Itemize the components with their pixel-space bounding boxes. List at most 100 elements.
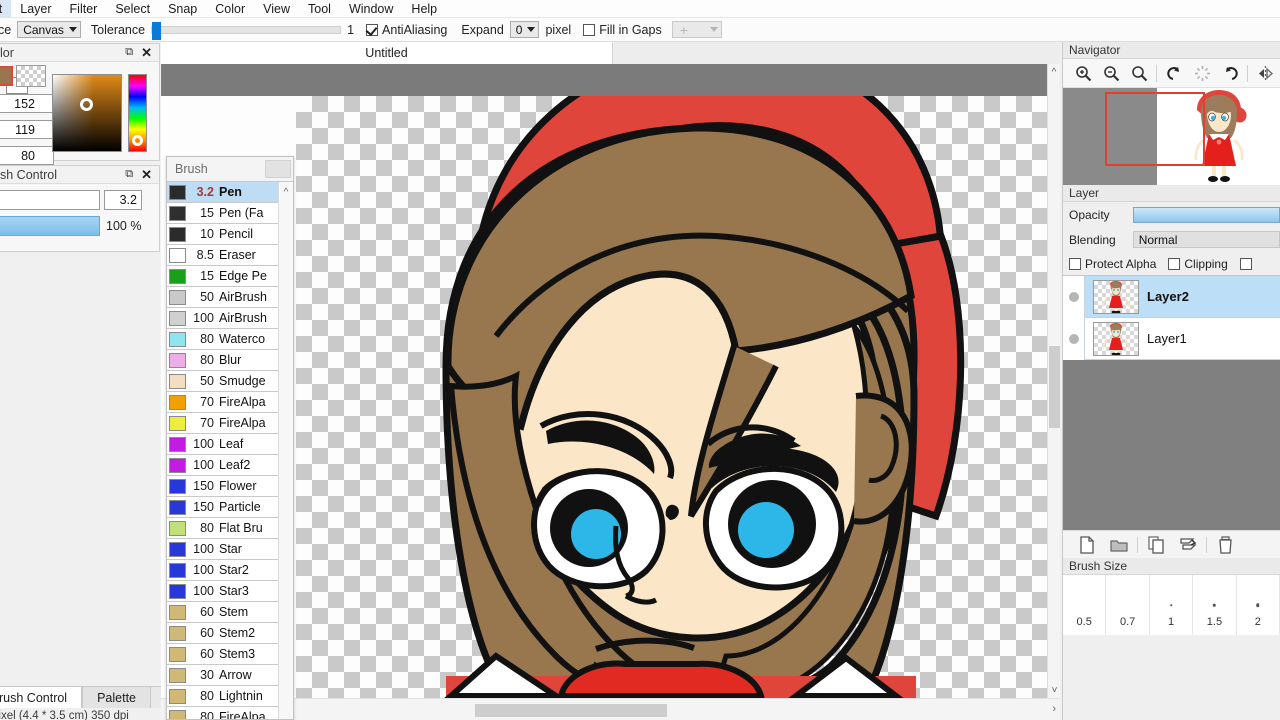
rotate-left-icon[interactable] [1160, 60, 1188, 86]
brush-size-slider[interactable] [0, 190, 100, 210]
layer-visibility-toggle[interactable] [1063, 275, 1085, 318]
navigator-thumbnail[interactable] [1105, 88, 1280, 185]
layer-list[interactable]: Layer2 Layer1 [1063, 275, 1280, 530]
close-icon[interactable]: ✕ [141, 46, 152, 59]
restore-icon[interactable]: ⧉ [125, 169, 133, 180]
brush-list-item[interactable]: 8.5 Eraser [167, 245, 293, 266]
saturation-value-picker[interactable] [52, 74, 122, 152]
brush-size-value[interactable]: 3.2 [104, 190, 142, 210]
layer-visibility-toggle[interactable] [1063, 317, 1085, 360]
brush-list-item[interactable]: 50 AirBrush [167, 287, 293, 308]
layer-list-item[interactable]: Layer1 [1063, 317, 1280, 360]
brush-list-item[interactable]: 80 Flat Bru [167, 518, 293, 539]
brush-list[interactable]: 3.2Pen✻15Pen (Fa10Pencil8.5Eraser15Edge … [167, 181, 293, 719]
brush-list-item[interactable]: 3.2Pen✻ [167, 182, 293, 203]
merge-layer-icon[interactable] [1172, 532, 1204, 558]
canvas-viewport[interactable] [161, 64, 1060, 698]
expand-dropdown[interactable]: 0 [509, 21, 540, 38]
brush-list-item[interactable]: 80 Waterco [167, 329, 293, 350]
brush-list-item[interactable]: 80 FireAlpa [167, 707, 293, 719]
brush-size-preset[interactable]: 0.5 [1063, 575, 1107, 635]
clipping-checkbox[interactable]: Clipping [1168, 257, 1228, 271]
brush-list-item[interactable]: 70 FireAlpa [167, 413, 293, 434]
brush-list-item[interactable]: 70 FireAlpa [167, 392, 293, 413]
brush-list-item[interactable]: 80 Lightnin [167, 686, 293, 707]
reference-dropdown[interactable]: Canvas [17, 21, 81, 38]
fill-in-gaps-checkbox[interactable]: Fill in Gaps [583, 23, 662, 37]
duplicate-layer-icon[interactable] [1140, 532, 1172, 558]
brush-size-preset[interactable]: 1.5 [1193, 575, 1237, 635]
tab-palette[interactable]: Palette [82, 686, 152, 708]
brush-size-presets[interactable]: 0.5 0.7 1 1.5 2 [1063, 575, 1280, 635]
brush-list-item[interactable]: 80 Blur [167, 350, 293, 371]
menu-item-filter[interactable]: Filter [61, 0, 107, 18]
brush-list-item[interactable]: 100 Star [167, 539, 293, 560]
brush-list-item[interactable]: 15 Pen (Fa [167, 203, 293, 224]
brush-list-item[interactable]: 10 Pencil [167, 224, 293, 245]
chevron-up-icon[interactable]: ^ [279, 182, 293, 202]
delete-layer-icon[interactable] [1209, 532, 1241, 558]
brush-list-item[interactable]: 150 Particle [167, 497, 293, 518]
brush-list-item[interactable]: 150 Flower [167, 476, 293, 497]
chevron-up-icon[interactable]: ^ [1048, 64, 1060, 80]
tab-brush-control[interactable]: rush Control [0, 686, 83, 708]
menu-item-color[interactable]: Color [206, 0, 254, 18]
new-folder-icon[interactable] [1103, 532, 1135, 558]
hue-slider[interactable] [128, 74, 147, 152]
vertical-scrollbar-thumb[interactable] [1049, 346, 1060, 428]
transparent-color-swatch[interactable] [16, 65, 46, 87]
restore-icon[interactable]: ⧉ [125, 47, 133, 58]
close-icon[interactable]: ✕ [141, 168, 152, 181]
menu-item-edit[interactable]: it [0, 0, 12, 18]
navigator-preview[interactable] [1063, 88, 1280, 185]
brush-size-preset[interactable]: 1 [1150, 575, 1194, 635]
blending-dropdown[interactable]: Normal [1132, 231, 1280, 248]
brush-list-item[interactable]: 100 AirBrush [167, 308, 293, 329]
foreground-color-swatch[interactable] [0, 66, 13, 86]
sv-cursor[interactable] [80, 98, 93, 111]
layer-list-item[interactable]: Layer2 [1063, 275, 1280, 318]
new-layer-icon[interactable] [1071, 532, 1103, 558]
menu-item-snap[interactable]: Snap [159, 0, 206, 18]
brush-list-item[interactable]: 30 Arrow [167, 665, 293, 686]
zoom-reset-icon[interactable] [1125, 60, 1153, 86]
horizontal-scrollbar-thumb[interactable] [475, 704, 667, 717]
third-flag-checkbox[interactable] [1239, 257, 1252, 270]
brush-list-item[interactable]: 100 Leaf2 [167, 455, 293, 476]
brush-list-item[interactable]: 100 Star2 [167, 560, 293, 581]
brush-size-preset[interactable]: 0.7 [1106, 575, 1150, 635]
chevron-down-icon[interactable]: ˅ [1048, 682, 1061, 698]
brush-list-scrollbar[interactable]: ^ [278, 182, 293, 719]
red-field[interactable]: 152 [0, 94, 54, 113]
menu-item-window[interactable]: Window [340, 0, 402, 18]
brush-list-item[interactable]: 50 Smudge [167, 371, 293, 392]
canvas-horizontal-scrollbar[interactable]: › [161, 698, 1060, 720]
navigator-viewport-rectangle[interactable] [1105, 92, 1205, 166]
brush-list-item[interactable]: 100 Star3 [167, 581, 293, 602]
protect-alpha-checkbox[interactable]: Protect Alpha [1069, 257, 1156, 271]
tolerance-slider-thumb[interactable] [152, 21, 162, 40]
zoom-in-icon[interactable] [1069, 60, 1097, 86]
brush-list-item[interactable]: 60 Stem [167, 602, 293, 623]
brush-list-item[interactable]: 15 Edge Pe [167, 266, 293, 287]
menu-item-tool[interactable]: Tool [299, 0, 340, 18]
menu-item-select[interactable]: Select [106, 0, 159, 18]
tolerance-slider[interactable] [151, 21, 342, 40]
menu-item-view[interactable]: View [254, 0, 299, 18]
brush-list-item[interactable]: 60 Stem3 [167, 644, 293, 665]
brush-panel-menu-button[interactable] [265, 160, 291, 178]
blue-field[interactable]: 80 [0, 146, 54, 165]
zoom-out-icon[interactable] [1097, 60, 1125, 86]
chevron-right-icon[interactable]: › [1052, 703, 1056, 715]
menu-item-help[interactable]: Help [402, 0, 446, 18]
rotate-reset-icon[interactable] [1188, 60, 1216, 86]
brush-list-item[interactable]: 100 Leaf [167, 434, 293, 455]
flip-horizontal-icon[interactable] [1251, 60, 1279, 86]
opacity-slider[interactable] [1132, 206, 1280, 223]
canvas-vertical-scrollbar[interactable]: ^ ˅ [1047, 64, 1060, 698]
green-field[interactable]: 119 [0, 120, 54, 139]
hue-cursor[interactable] [132, 135, 143, 146]
menu-item-layer[interactable]: Layer [11, 0, 60, 18]
preset-dropdown[interactable]: + [671, 21, 722, 38]
antialiasing-checkbox[interactable]: AntiAliasing [366, 23, 447, 37]
